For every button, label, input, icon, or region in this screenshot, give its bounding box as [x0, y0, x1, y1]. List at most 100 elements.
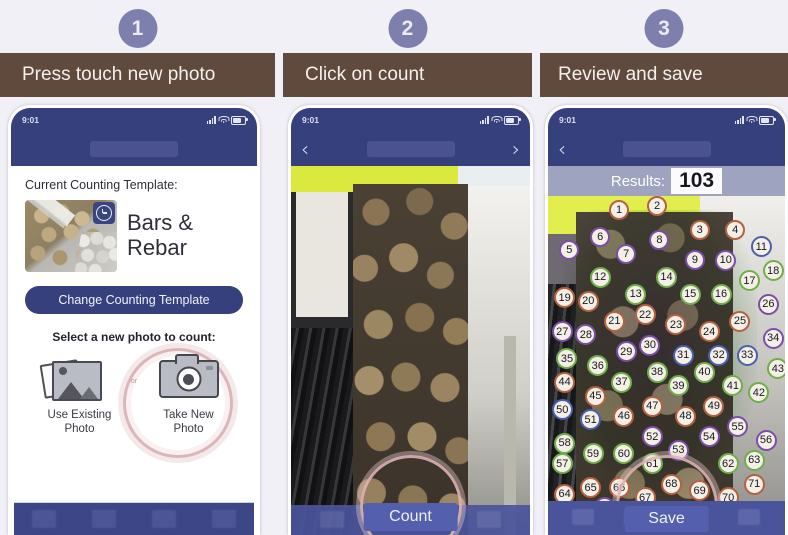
camera-icon [141, 354, 237, 402]
signal-bars-icon [734, 116, 744, 124]
tab-item[interactable] [571, 509, 594, 525]
detection-marker[interactable]: 61 [641, 453, 663, 475]
detection-marker[interactable]: 34 [762, 327, 784, 349]
detection-marker[interactable]: 15 [679, 283, 701, 305]
tab-item[interactable] [212, 510, 236, 528]
save-button[interactable]: Save [624, 506, 709, 532]
detection-marker[interactable]: 1 [609, 199, 630, 220]
detection-marker[interactable]: 35 [556, 348, 578, 370]
detection-marker[interactable]: 69 [689, 480, 711, 502]
detection-marker[interactable]: 8 [649, 230, 670, 251]
detection-marker[interactable]: 38 [646, 361, 668, 383]
change-counting-template-button[interactable]: Change Counting Template [25, 286, 243, 314]
detection-marker[interactable]: 41 [722, 375, 744, 397]
detection-marker[interactable]: 26 [757, 293, 779, 315]
detection-marker[interactable]: 66 [608, 477, 630, 499]
detection-marker[interactable]: 27 [551, 321, 573, 343]
battery-icon [759, 115, 776, 125]
detection-marker[interactable]: 18 [762, 260, 784, 282]
phone-notch [620, 108, 713, 125]
use-existing-photo-label: Use Existing Photo [47, 409, 112, 436]
take-new-photo-label: Take New Photo [163, 409, 214, 436]
detection-marker[interactable]: 6 [590, 226, 611, 247]
detection-marker[interactable]: 51 [580, 409, 602, 431]
detection-marker[interactable]: 17 [738, 270, 760, 292]
detection-marker[interactable]: 56 [755, 429, 777, 451]
tab-item[interactable] [737, 509, 760, 525]
detection-marker[interactable]: 40 [693, 361, 715, 383]
step-caption-1: Press touch new photo [0, 53, 275, 97]
detection-marker[interactable]: 25 [729, 310, 751, 332]
tab-item[interactable] [92, 510, 116, 528]
detection-marker[interactable]: 49 [703, 395, 725, 417]
detection-marker[interactable]: 52 [641, 426, 663, 448]
tab-item[interactable] [477, 511, 502, 528]
detection-marker[interactable]: 28 [575, 324, 597, 346]
phone-screen-1: 9:01 Current Counting Template: Bars & R… [11, 108, 257, 535]
detection-marker[interactable]: 59 [582, 443, 604, 465]
bottom-tab-bar-1[interactable] [14, 502, 254, 535]
detection-marker[interactable]: 57 [551, 453, 573, 475]
detection-marker[interactable]: 58 [554, 432, 576, 454]
detection-marker[interactable]: 71 [743, 473, 765, 495]
detection-marker[interactable]: 32 [708, 344, 730, 366]
results-label: Results: [610, 172, 666, 190]
status-bar-3: 9:01 [548, 108, 785, 132]
detection-marker[interactable]: 47 [641, 395, 663, 417]
use-existing-photo-option[interactable]: Use Existing Photo [32, 356, 128, 437]
detection-marker[interactable]: 31 [672, 344, 694, 366]
tab-item[interactable] [152, 510, 176, 528]
detection-marker[interactable]: 12 [589, 266, 611, 288]
detection-marker[interactable]: 44 [554, 371, 576, 393]
detection-marker[interactable]: 65 [580, 477, 602, 499]
detection-marker[interactable]: 29 [615, 341, 637, 363]
tab-item[interactable] [319, 511, 344, 528]
detection-marker[interactable]: 2 [647, 196, 668, 217]
detection-marker[interactable]: 24 [698, 321, 720, 343]
detection-marker[interactable]: 55 [727, 416, 749, 438]
detection-marker[interactable]: 11 [750, 236, 772, 258]
take-new-photo-option[interactable]: Take New Photo [141, 354, 237, 437]
detection-marker[interactable]: 42 [748, 382, 770, 404]
detection-marker[interactable]: 14 [656, 266, 677, 288]
detection-marker[interactable]: 50 [551, 399, 573, 421]
detection-marker[interactable]: 62 [717, 453, 739, 475]
chevron-right-icon[interactable]: › [512, 139, 520, 159]
detection-marker[interactable]: 46 [613, 405, 635, 427]
detection-marker[interactable]: 9 [684, 250, 705, 271]
detection-marker[interactable]: 19 [554, 287, 576, 309]
detection-marker[interactable]: 54 [698, 426, 720, 448]
tab-item[interactable] [32, 510, 56, 528]
chevron-left-icon[interactable]: ‹ [301, 139, 309, 159]
detection-marker[interactable]: 13 [625, 283, 647, 305]
detection-marker[interactable]: 48 [674, 405, 696, 427]
detection-marker[interactable]: 10 [715, 249, 737, 271]
photo-right-wall [467, 186, 530, 535]
chevron-left-icon[interactable]: ‹ [558, 139, 566, 159]
detection-marker[interactable]: 4 [725, 219, 746, 240]
detection-marker[interactable]: 21 [603, 310, 625, 332]
detection-marker[interactable]: 16 [710, 283, 732, 305]
detection-marker[interactable]: 37 [610, 371, 632, 393]
detection-marker[interactable]: 68 [660, 473, 682, 495]
detection-marker[interactable]: 20 [577, 290, 599, 312]
detection-marker[interactable]: 63 [743, 449, 765, 471]
detection-marker[interactable]: 22 [634, 304, 656, 326]
detection-marker[interactable]: 30 [639, 334, 661, 356]
detection-marker[interactable]: 43 [767, 358, 785, 380]
detection-marker[interactable]: 5 [559, 240, 580, 261]
detection-marker[interactable]: 39 [667, 375, 689, 397]
detection-marker[interactable]: 3 [689, 219, 710, 240]
detection-marker[interactable]: 60 [613, 443, 635, 465]
count-button[interactable]: Count [363, 503, 458, 531]
phone-screen-3: 9:01 ‹ Results: 103 1 2 3 4 5 6 7 8 9 10… [548, 108, 785, 535]
detection-marker[interactable]: 23 [665, 314, 687, 336]
step-number-badge-1: 1 [118, 9, 157, 48]
detection-marker[interactable]: 33 [736, 344, 758, 366]
detection-marker[interactable]: 53 [667, 439, 689, 461]
current-template-label: Current Counting Template: [25, 178, 178, 192]
step-panel-1: 1 Press touch new photo 9:01 Current Cou… [0, 0, 275, 535]
detection-marker[interactable]: 36 [587, 355, 609, 376]
detection-marker[interactable]: 45 [584, 385, 606, 407]
detection-marker[interactable]: 7 [616, 243, 637, 264]
